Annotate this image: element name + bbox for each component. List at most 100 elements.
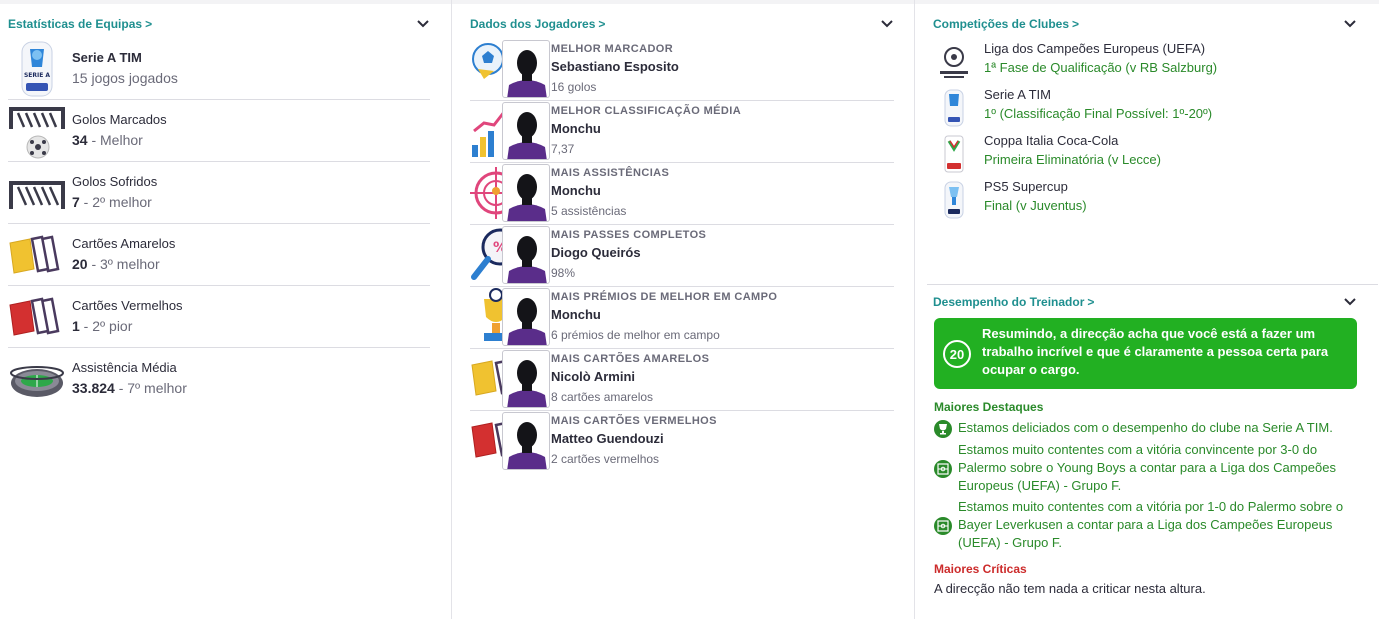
avatar[interactable] (502, 40, 550, 98)
club-comps-title-link[interactable]: Competições de Clubes > (933, 17, 1079, 31)
highlight-item: Estamos muito contentes com a vitória po… (934, 498, 1364, 554)
pitch-icon (934, 460, 952, 478)
player-category: MELHOR CLASSIFICAÇÃO MÉDIA (551, 105, 742, 117)
avatar[interactable] (502, 102, 550, 160)
team-stat-row-yellow-cards[interactable]: Cartões Amarelos 20 - 3º melhor (8, 224, 430, 286)
avatar[interactable] (502, 226, 550, 284)
team-stat-value: 7 - 2º melhor (72, 194, 152, 210)
trophy-icon (934, 420, 952, 438)
chevron-down-icon[interactable] (880, 17, 894, 31)
player-row-mom[interactable]: MAIS PRÉMIOS DE MELHOR EM CAMPO Monchu 6… (470, 287, 894, 349)
competition-name-link[interactable]: Liga dos Campeões Europeus (UEFA) (984, 41, 1205, 56)
player-stat-value: 6 prémios de melhor em campo (551, 328, 720, 342)
team-stats-title-link[interactable]: Estatísticas de Equipas > (8, 17, 152, 31)
player-category: MAIS ASSISTÊNCIAS (551, 167, 670, 179)
player-data-panel: Dados dos Jogadores > MELHOR MARCADOR Seb… (451, 0, 913, 619)
team-stat-label: Cartões Vermelhos (72, 298, 183, 313)
player-row-passes[interactable]: % MAIS PASSES COMPLETOS Diogo Queirós 98… (470, 225, 894, 287)
stadium-icon (8, 351, 66, 407)
avatar[interactable] (502, 164, 550, 222)
player-name-link[interactable]: Matteo Guendouzi (551, 431, 664, 446)
section-divider (927, 284, 1378, 285)
player-row-top-scorer[interactable]: MELHOR MARCADOR Sebastiano Esposito 16 g… (470, 39, 894, 101)
competition-row-coppa-italia[interactable]: Coppa Italia Coca-Cola Primeira Eliminat… (933, 131, 1373, 177)
avatar[interactable] (502, 288, 550, 346)
competition-name-link[interactable]: Coppa Italia Coca-Cola (984, 133, 1118, 148)
player-stat-value: 98% (551, 266, 576, 280)
player-stat-value: 16 golos (551, 80, 597, 94)
chevron-down-icon[interactable] (1343, 17, 1357, 31)
competition-stage: Primeira Eliminatória (v Lecce) (984, 152, 1161, 167)
highlight-item: Estamos deliciados com o desempenho do c… (934, 419, 1364, 439)
player-stat-value: 5 assistências (551, 204, 627, 218)
team-stat-row-red-cards[interactable]: Cartões Vermelhos 1 - 2º pior (8, 286, 430, 348)
team-stats-header: Estatísticas de Equipas > (8, 14, 430, 34)
chevron-down-icon[interactable] (416, 17, 430, 31)
supercup-icon (937, 181, 971, 219)
highlight-text: Estamos muito contentes com a vitória co… (958, 442, 1336, 493)
club-competitions-panel: Competições de Clubes > Liga dos Campeões… (914, 0, 1379, 619)
avatar[interactable] (502, 350, 550, 408)
highlight-text: Estamos deliciados com o desempenho do c… (958, 420, 1333, 435)
manager-performance-header: Desempenho do Treinador > (933, 292, 1357, 312)
highlight-text: Estamos muito contentes com a vitória po… (958, 499, 1344, 550)
svg-text:SERIE A: SERIE A (24, 72, 50, 79)
goal-net-ball-icon (8, 103, 66, 159)
team-stat-value: 15 jogos jogados (72, 70, 178, 86)
player-name-link[interactable]: Monchu (551, 307, 601, 322)
player-data-header: Dados dos Jogadores > (470, 14, 894, 34)
player-row-assists[interactable]: MAIS ASSISTÊNCIAS Monchu 5 assistências (470, 163, 894, 225)
competition-row-supercup[interactable]: PS5 Supercup Final (v Juventus) (933, 177, 1373, 223)
player-name-link[interactable]: Monchu (551, 183, 601, 198)
team-stat-row-goals-scored[interactable]: Golos Marcados 34 - Melhor (8, 100, 430, 162)
competition-row-ucl[interactable]: Liga dos Campeões Europeus (UEFA) 1ª Fas… (933, 39, 1373, 85)
team-stat-row-goals-conceded[interactable]: Golos Sofridos 7 - 2º melhor (8, 162, 430, 224)
competition-name-link[interactable]: Serie A TIM (984, 87, 1051, 102)
player-category: MAIS PASSES COMPLETOS (551, 229, 707, 241)
serie-a-logo-icon: SERIE A (8, 41, 66, 97)
pitch-icon (934, 517, 952, 535)
board-summary-text: Resumindo, a direcção acha que você está… (982, 326, 1329, 377)
manager-performance-title-link[interactable]: Desempenho do Treinador > (933, 295, 1094, 309)
player-category: MAIS CARTÕES VERMELHOS (551, 415, 717, 427)
player-row-avg-rating[interactable]: MELHOR CLASSIFICAÇÃO MÉDIA Monchu 7,37 (470, 101, 894, 163)
team-stat-row-attendance[interactable]: Assistência Média 33.824 - 7º melhor (8, 348, 430, 410)
team-stat-row-league[interactable]: SERIE A Serie A TIM 15 jogos jogados (8, 38, 430, 100)
team-stats-panel: Estatísticas de Equipas > SERIE A Serie A… (0, 0, 450, 619)
team-stat-label: Serie A TIM (72, 50, 142, 65)
player-category: MELHOR MARCADOR (551, 43, 674, 55)
player-stat-value: 7,37 (551, 142, 575, 156)
competition-stage: 1ª Fase de Qualificação (v RB Salzburg) (984, 60, 1218, 75)
team-stat-label: Assistência Média (72, 360, 177, 375)
competition-stage: Final (v Juventus) (984, 198, 1087, 213)
team-stat-value: 20 - 3º melhor (72, 256, 160, 272)
player-category: MAIS PRÉMIOS DE MELHOR EM CAMPO (551, 291, 778, 303)
board-score-badge: 20 (943, 340, 971, 368)
competition-row-serie-a[interactable]: Serie A TIM 1º (Classificação Final Poss… (933, 85, 1373, 131)
club-comps-header: Competições de Clubes > (933, 14, 1357, 34)
player-name-link[interactable]: Nicolò Armini (551, 369, 635, 384)
board-summary-banner: 20 Resumindo, a direcção acha que você e… (934, 318, 1357, 389)
red-cards-icon (8, 289, 66, 345)
team-stat-label: Golos Marcados (72, 112, 167, 127)
player-row-red-cards[interactable]: MAIS CARTÕES VERMELHOS Matteo Guendouzi … (470, 411, 894, 473)
team-stat-value: 1 - 2º pior (72, 318, 133, 334)
player-name-link[interactable]: Monchu (551, 121, 601, 136)
player-category: MAIS CARTÕES AMARELOS (551, 353, 710, 365)
coppa-italia-icon (937, 135, 971, 173)
chevron-down-icon[interactable] (1343, 295, 1357, 309)
player-row-yellow-cards[interactable]: MAIS CARTÕES AMARELOS Nicolò Armini 8 ca… (470, 349, 894, 411)
yellow-cards-icon (8, 227, 66, 283)
competition-name-link[interactable]: PS5 Supercup (984, 179, 1068, 194)
goal-net-icon (8, 165, 66, 221)
player-stat-value: 2 cartões vermelhos (551, 452, 660, 466)
highlight-item: Estamos muito contentes com a vitória co… (934, 441, 1364, 497)
highlights-heading: Maiores Destaques (934, 400, 1044, 414)
player-data-title-link[interactable]: Dados dos Jogadores > (470, 17, 605, 31)
avatar[interactable] (502, 412, 550, 470)
team-stat-label: Golos Sofridos (72, 174, 158, 189)
criticisms-text: A direcção não tem nada a criticar nesta… (934, 581, 1206, 596)
player-name-link[interactable]: Diogo Queirós (551, 245, 641, 260)
team-stat-label: Cartões Amarelos (72, 236, 176, 251)
player-name-link[interactable]: Sebastiano Esposito (551, 59, 679, 74)
